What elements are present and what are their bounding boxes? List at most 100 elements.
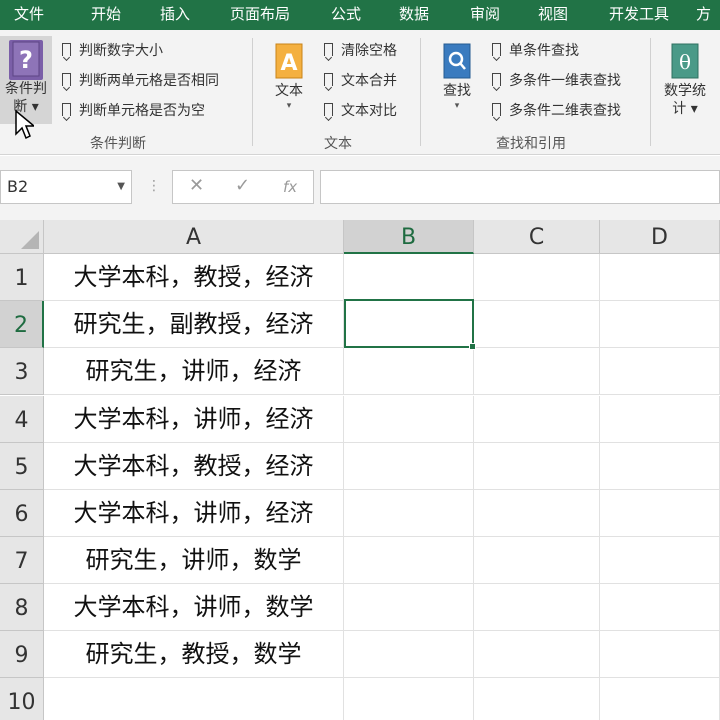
cell-a1[interactable]: 大学本科，教授，经济 [44, 254, 344, 301]
math-stats-button[interactable]: θ 数学统 计 ▾ [658, 42, 712, 128]
cell-d9[interactable] [600, 631, 720, 678]
cell-d2[interactable] [600, 301, 720, 348]
row-header-1[interactable]: 1 [0, 254, 44, 301]
single-condition-lookup-item[interactable]: 单条件查找 [492, 40, 579, 62]
cell-b1[interactable] [344, 254, 474, 301]
ribbon-tab[interactable]: 公式 [331, 0, 361, 30]
enter-icon[interactable]: ✓ [235, 175, 250, 196]
row-header-10[interactable]: 10 [0, 678, 44, 720]
judge-cell-empty-item[interactable]: 判断单元格是否为空 [62, 100, 205, 122]
cell-b3[interactable] [344, 348, 474, 395]
svg-text:?: ? [19, 46, 33, 74]
ribbon-tab[interactable]: 文件 [14, 0, 44, 30]
judge-number-size-item[interactable]: 判断数字大小 [62, 40, 163, 62]
bookmark-icon [492, 73, 501, 86]
formula-buttons: ✕ ✓ fx [172, 170, 314, 204]
cell-a4[interactable]: 大学本科，讲师，经济 [44, 396, 344, 443]
clear-spaces-label: 清除空格 [341, 43, 397, 59]
text-merge-label: 文本合并 [341, 73, 397, 89]
bookmark-icon [492, 103, 501, 116]
ribbon-tab[interactable]: 插入 [160, 0, 190, 30]
insert-function-icon[interactable]: fx [283, 178, 297, 196]
chevron-down-icon: ▾ [286, 101, 292, 111]
judge-cell-empty-label: 判断单元格是否为空 [79, 103, 205, 119]
cell-b5[interactable] [344, 443, 474, 490]
cell-a6[interactable]: 大学本科，讲师，经济 [44, 490, 344, 537]
cell-c1[interactable] [474, 254, 600, 301]
cell-b7[interactable] [344, 537, 474, 584]
cell-c10[interactable] [474, 678, 600, 720]
column-header-c[interactable]: C [474, 220, 600, 254]
column-header-d[interactable]: D [600, 220, 720, 254]
lookup-group-label: 查找和引用 [496, 136, 566, 152]
cancel-icon[interactable]: ✕ [189, 175, 204, 196]
cell-b10[interactable] [344, 678, 474, 720]
cell-a2[interactable]: 研究生，副教授，经济 [44, 301, 344, 348]
lookup-button-label: 查找 [443, 83, 471, 99]
formula-bar: B2 ▼ ⋮ ✕ ✓ fx [0, 156, 720, 220]
cell-d8[interactable] [600, 584, 720, 631]
multi-condition-1d-lookup-item[interactable]: 多条件一维表查找 [492, 70, 621, 92]
ribbon-tab[interactable]: 审阅 [470, 0, 500, 30]
cell-b9[interactable] [344, 631, 474, 678]
bookmark-icon [324, 103, 333, 116]
cell-a3[interactable]: 研究生，讲师，经济 [44, 348, 344, 395]
mouse-cursor-icon [15, 110, 34, 140]
row-header-6[interactable]: 6 [0, 490, 44, 537]
ribbon-tab[interactable]: 数据 [399, 0, 429, 30]
cell-b4[interactable] [344, 396, 474, 443]
text-merge-item[interactable]: 文本合并 [324, 70, 397, 92]
column-header-b[interactable]: B [344, 220, 474, 254]
name-box[interactable]: B2 ▼ [0, 170, 132, 204]
row-header-8[interactable]: 8 [0, 584, 44, 631]
ribbon-tab[interactable]: 视图 [538, 0, 568, 30]
cell-d6[interactable] [600, 490, 720, 537]
cell-a7[interactable]: 研究生，讲师，数学 [44, 537, 344, 584]
multi-condition-2d-lookup-item[interactable]: 多条件二维表查找 [492, 100, 621, 122]
cell-c3[interactable] [474, 348, 600, 395]
row-header-4[interactable]: 4 [0, 396, 44, 443]
judge-two-cells-same-item[interactable]: 判断两单元格是否相同 [62, 70, 219, 92]
row-header-9[interactable]: 9 [0, 631, 44, 678]
ribbon-tab-bar: 文件 开始 插入 页面布局 公式 数据 审阅 视图 开发工具方 [0, 0, 720, 30]
group-separator [650, 38, 651, 146]
cell-c7[interactable] [474, 537, 600, 584]
cell-c6[interactable] [474, 490, 600, 537]
cell-d4[interactable] [600, 396, 720, 443]
row-header-2[interactable]: 2 [0, 301, 44, 348]
cell-a8[interactable]: 大学本科，讲师，数学 [44, 584, 344, 631]
lookup-button[interactable]: 查找 ▾ [432, 42, 482, 128]
cell-c4[interactable] [474, 396, 600, 443]
ribbon-tab[interactable]: 开始 [91, 0, 121, 30]
clear-spaces-item[interactable]: 清除空格 [324, 40, 397, 62]
cell-a5[interactable]: 大学本科，教授，经济 [44, 443, 344, 490]
row-header-3[interactable]: 3 [0, 348, 44, 395]
cell-c8[interactable] [474, 584, 600, 631]
cell-c9[interactable] [474, 631, 600, 678]
formula-input[interactable] [320, 170, 720, 204]
row-header-7[interactable]: 7 [0, 537, 44, 584]
ribbon-tab[interactable]: 方 [696, 0, 711, 30]
ribbon-tab[interactable]: 开发工具 [609, 0, 669, 30]
chevron-down-icon[interactable]: ▼ [117, 171, 125, 203]
fill-handle[interactable] [469, 343, 476, 350]
column-header-a[interactable]: A [44, 220, 344, 254]
ribbon-tab[interactable]: 页面布局 [230, 0, 290, 30]
text-compare-item[interactable]: 文本对比 [324, 100, 397, 122]
question-book-icon: ? [9, 40, 43, 80]
cell-d7[interactable] [600, 537, 720, 584]
row-header-5[interactable]: 5 [0, 443, 44, 490]
cell-b8[interactable] [344, 584, 474, 631]
cell-a10[interactable] [44, 678, 344, 720]
text-button[interactable]: A 文本 ▾ [264, 42, 314, 128]
cell-d5[interactable] [600, 443, 720, 490]
cell-a9[interactable]: 研究生，教授，数学 [44, 631, 344, 678]
cell-c5[interactable] [474, 443, 600, 490]
select-all-button[interactable] [0, 220, 44, 254]
cell-c2[interactable] [474, 301, 600, 348]
cell-d1[interactable] [600, 254, 720, 301]
drag-handle-icon[interactable]: ⋮ [147, 178, 161, 194]
cell-b6[interactable] [344, 490, 474, 537]
cell-d10[interactable] [600, 678, 720, 720]
cell-d3[interactable] [600, 348, 720, 395]
